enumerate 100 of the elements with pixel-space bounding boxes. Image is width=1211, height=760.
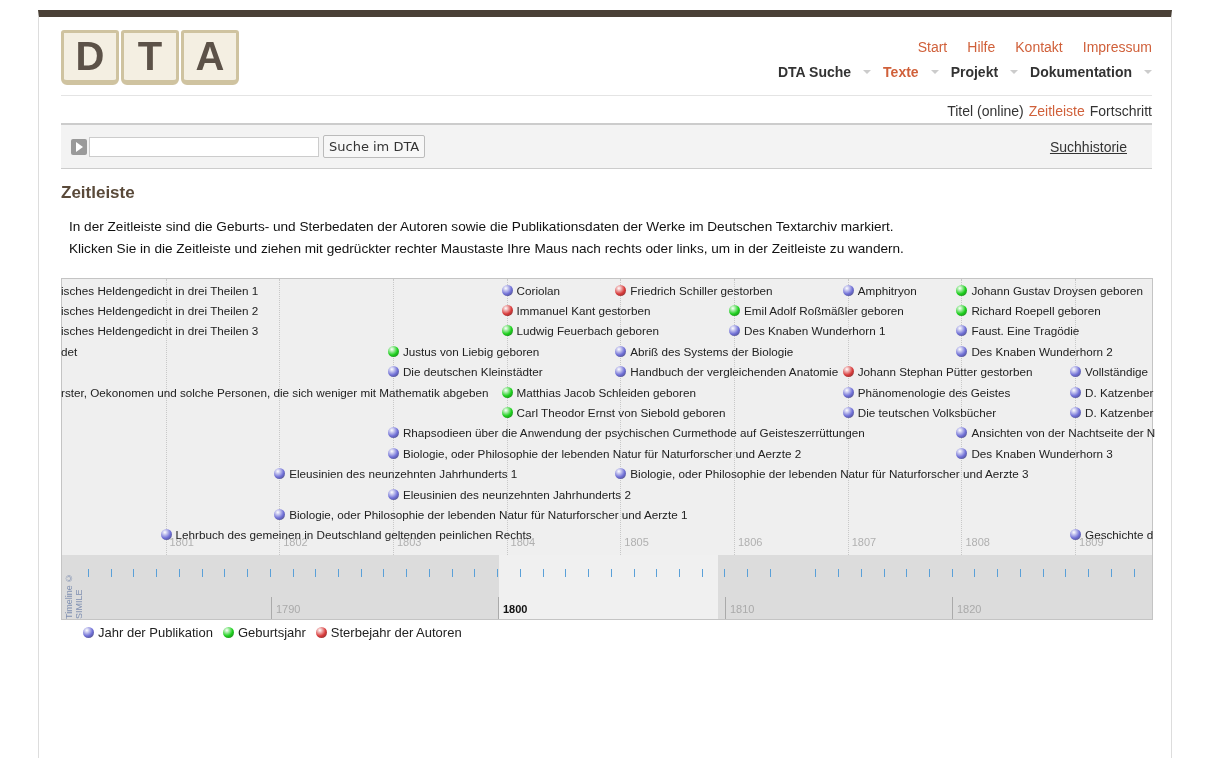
event-label[interactable]: Die deutschen Kleinstädter (402, 365, 543, 379)
play-icon[interactable] (71, 138, 87, 155)
top-link[interactable]: Hilfe (967, 39, 996, 55)
event-label[interactable]: Handbuch der vergleichenden Anatomie (630, 365, 839, 379)
top-link[interactable]: Start (917, 39, 948, 55)
event-label[interactable]: Des Knaben Wunderhorn 3 (971, 446, 1113, 460)
event-label[interactable]: Rhapsodieen über die Anwendung der psychischen Curmethode auf Geisteszerrüttungen (402, 426, 865, 440)
event-dot[interactable] (501, 325, 513, 337)
event-label[interactable]: Emil Adolf Roßmäßler geboren (744, 303, 904, 317)
event-label[interactable]: Richard Roepell geboren (971, 303, 1101, 317)
event-label[interactable]: Justus von Liebig geboren (402, 344, 540, 358)
event-label[interactable]: Biologie, oder Philosophie der lebenden Natur für Naturforscher und Aerzte 2 (402, 446, 802, 460)
event-label[interactable]: Ansichten von der Nachtseite der N (971, 426, 1156, 440)
event-dot[interactable] (956, 345, 968, 357)
event-dot[interactable] (956, 284, 968, 296)
nav-menu-item[interactable]: Dokumentation (1030, 64, 1152, 80)
event-dot[interactable] (615, 366, 627, 378)
event-dot[interactable] (1070, 529, 1082, 541)
event-label[interactable]: Friedrich Schiller gestorben (630, 283, 773, 297)
event-dot[interactable] (615, 284, 627, 296)
event-label[interactable]: Carl Theodor Ernst von Siebold geboren (516, 405, 726, 419)
event-label[interactable]: Des Knaben Wunderhorn 1 (744, 324, 886, 338)
event-dot[interactable] (387, 345, 399, 357)
timeline-panel[interactable] (61, 278, 1153, 620)
event-label[interactable]: Des Knaben Wunderhorn 2 (971, 344, 1113, 358)
event-dot[interactable] (729, 325, 740, 337)
event-dot[interactable] (729, 304, 740, 316)
nav-menu-item[interactable]: DTA Suche (777, 64, 872, 80)
event-dot[interactable] (842, 366, 854, 378)
event-dot[interactable] (842, 386, 854, 398)
event-dot[interactable] (1070, 406, 1082, 418)
event-dot[interactable] (501, 304, 513, 316)
search-history-link[interactable]: Suchhistorie (1049, 138, 1127, 155)
event-label[interactable]: D. Katzenber (1085, 405, 1154, 419)
event-dot[interactable] (1070, 366, 1082, 378)
event-label[interactable]: Ludwig Feuerbach geboren (516, 324, 659, 338)
top-link[interactable]: Kontakt (1015, 39, 1063, 55)
event-label[interactable]: Eleusinien des neunzehnten Jahrhunderts 2 (402, 487, 631, 501)
subnav-link[interactable]: Titel (online) (947, 102, 1024, 119)
intro-paragraph: Klicken Sie in die Zeitleiste und ziehen mit gedrückter rechter Maustaste Ihre Maus nach rechts oder links, um in der Zeitleiste zu wandern. (69, 241, 905, 256)
event-dot[interactable] (956, 304, 968, 316)
event-dot[interactable] (387, 427, 399, 439)
event-label[interactable]: Faust. Eine Tragödie (971, 324, 1080, 338)
event-label[interactable]: Johann Gustav Droysen geboren (971, 283, 1143, 297)
event-label[interactable]: Immanuel Kant gestorben (516, 303, 651, 317)
decade-label: 1800 (498, 597, 528, 619)
event-dot[interactable] (387, 488, 399, 500)
event-dot[interactable] (501, 284, 513, 296)
logo-tile: T (121, 30, 179, 85)
event-dot[interactable] (1070, 386, 1082, 398)
caret-icon (863, 70, 872, 74)
event-dot[interactable] (501, 386, 513, 398)
page-heading: Zeitleiste (61, 183, 136, 203)
caret-icon (930, 70, 939, 74)
event-label[interactable]: Phänomenologie des Geistes (857, 385, 1011, 399)
caret-icon (1010, 70, 1019, 74)
nav-menu-item[interactable]: Projekt (950, 64, 1019, 80)
legend-label: Sterbejahr der Autoren (330, 625, 462, 640)
event-dot[interactable] (387, 447, 399, 459)
search-button[interactable]: Suche im DTA (323, 135, 426, 158)
year-label: 1806 (738, 536, 763, 548)
event-label[interactable]: Vollständige (1085, 365, 1149, 379)
logo-tile: D (61, 30, 119, 85)
logo-tile: A (181, 30, 239, 85)
caret-icon (1144, 70, 1152, 74)
event-dot[interactable] (842, 406, 854, 418)
event-label[interactable]: Biologie, oder Philosophie der lebenden Natur für Naturforscher und Aerzte 1 (289, 507, 688, 521)
event-dot[interactable] (615, 345, 627, 357)
event-label[interactable]: Coriolan (516, 283, 561, 297)
top-link[interactable]: Impressum (1082, 39, 1152, 55)
search-field[interactable] (89, 136, 319, 157)
event-label[interactable]: Johann Stephan Pütter gestorben (857, 365, 1033, 379)
event-dot[interactable] (274, 468, 286, 480)
event-dot[interactable] (842, 284, 854, 296)
event-label[interactable]: isches Heldengedicht in drei Theilen 2 (61, 303, 259, 317)
event-dot[interactable] (274, 508, 286, 520)
event-label[interactable]: isches Heldengedicht in drei Theilen 1 (61, 283, 259, 297)
subnav-link[interactable]: Zeitleiste (1028, 102, 1085, 119)
event-label[interactable]: Biologie, oder Philosophie der lebenden Natur für Naturforscher und Aerzte 3 (630, 467, 1029, 481)
event-label[interactable]: Matthias Jacob Schleiden geboren (516, 385, 696, 399)
event-dot[interactable] (956, 447, 968, 459)
event-label[interactable]: Amphitryon (857, 283, 917, 297)
subnav-link[interactable]: Fortschritt (1089, 102, 1152, 119)
event-label[interactable]: Die teutschen Volksbücher (857, 405, 997, 419)
event-label[interactable]: isches Heldengedicht in drei Theilen 3 (61, 324, 259, 338)
event-label[interactable]: D. Katzenber (1085, 385, 1154, 399)
year-label: 1807 (851, 536, 877, 548)
event-dot[interactable] (387, 366, 399, 378)
year-label: 1808 (965, 536, 990, 548)
event-dot[interactable] (160, 529, 172, 541)
event-dot[interactable] (501, 406, 513, 418)
event-label[interactable]: Abriß des Systems der Biologie (630, 344, 794, 358)
event-label[interactable]: rster, Oekonomen und solche Personen, die sich weniger mit Mathematik abgeben (61, 385, 489, 399)
event-dot[interactable] (956, 427, 968, 439)
nav-menu-item[interactable]: Texte (883, 64, 939, 80)
event-dot[interactable] (956, 325, 968, 337)
event-label[interactable]: det (61, 344, 78, 358)
year-label: 1805 (624, 536, 649, 548)
event-dot[interactable] (615, 468, 627, 480)
event-label[interactable]: Eleusinien des neunzehnten Jahrhunderts 1 (289, 467, 518, 481)
